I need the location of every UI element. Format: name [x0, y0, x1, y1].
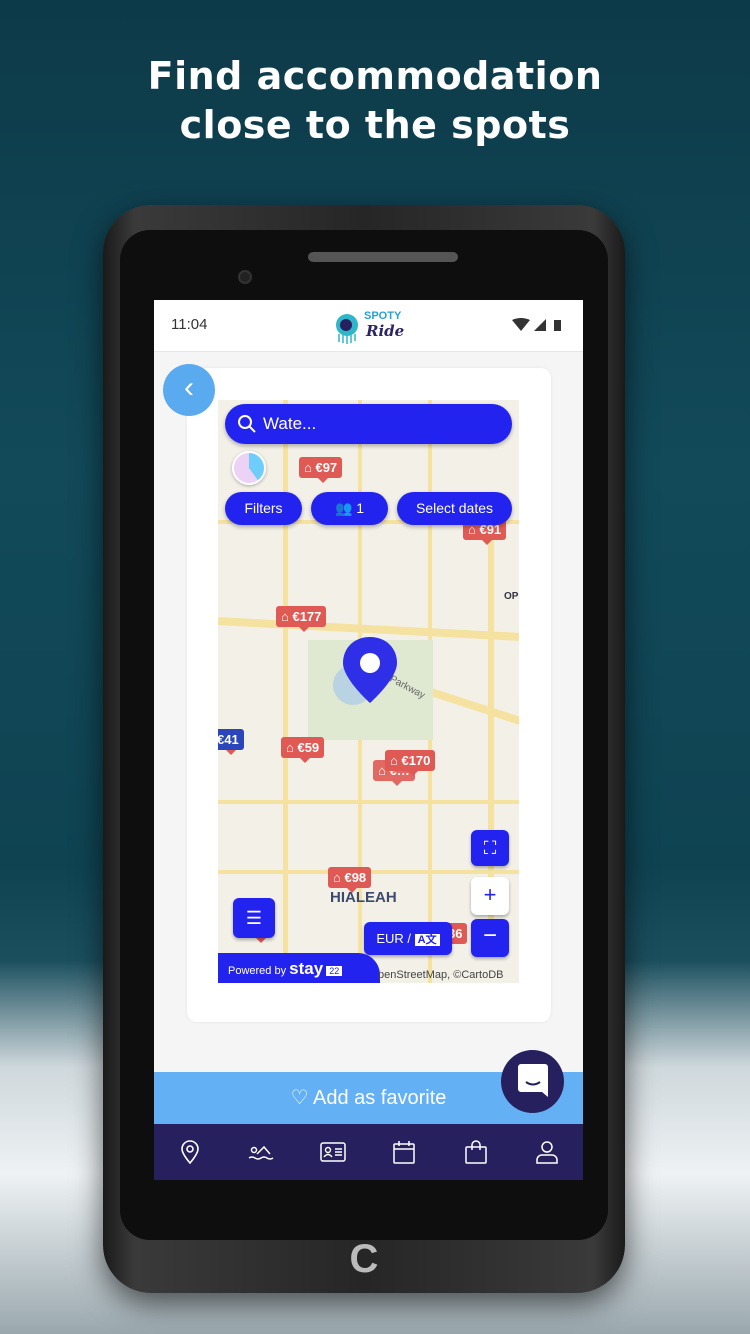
headline: Find accommodation close to the spots — [147, 54, 603, 147]
status-bar: 11:04 SPOTY Ride — [154, 300, 583, 352]
phone-logo: C — [349, 1237, 379, 1281]
app-brand-bottom: Ride — [366, 322, 405, 340]
status-icons — [512, 318, 561, 331]
status-time: 11:04 — [171, 316, 208, 333]
translate-icon: A文 — [414, 934, 440, 946]
search-input[interactable]: Wate... — [225, 404, 512, 444]
price-marker[interactable]: ⌂ €97 — [299, 457, 343, 483]
front-camera — [238, 270, 252, 284]
map-pin-icon[interactable] — [177, 1139, 203, 1165]
chevron-left-icon: ‹ — [184, 371, 194, 404]
speaker — [308, 252, 458, 262]
avatar[interactable] — [232, 451, 266, 485]
calendar-icon[interactable] — [391, 1139, 417, 1165]
shopping-bag-icon[interactable] — [463, 1139, 489, 1165]
app-brand-top: SPOTY — [364, 310, 402, 322]
map-label-city: HIALEAH — [330, 889, 397, 906]
users-icon: 👥 — [334, 500, 353, 516]
map[interactable]: Parkway OP HIALEAH ⌂ €97 ⌂ €91 ⌂ €177 ⌂ … — [218, 400, 519, 983]
zoom-in-button[interactable]: + — [471, 877, 509, 915]
back-button[interactable]: ‹ — [163, 364, 215, 416]
chat-icon — [518, 1064, 548, 1097]
layers-button[interactable]: ☰ — [233, 898, 275, 938]
price-marker[interactable]: ⌂ €98 — [328, 867, 372, 893]
currency-language-button[interactable]: EUR / A文 — [364, 922, 452, 955]
map-attribution[interactable]: penStreetMap, ©CartoDB — [378, 969, 504, 981]
filters-button[interactable]: Filters — [225, 492, 302, 525]
powered-by-stay22[interactable]: Powered by stay 22 — [218, 953, 380, 983]
zoom-out-button[interactable]: − — [471, 919, 509, 957]
price-marker[interactable]: ⌂ €177 — [276, 606, 327, 632]
guests-button[interactable]: 👥 1 — [311, 492, 388, 525]
bottom-nav — [154, 1124, 583, 1180]
fullscreen-icon: ⛶ — [483, 838, 497, 858]
layers-icon: ☰ — [245, 908, 263, 928]
swimmer-icon[interactable] — [248, 1139, 274, 1165]
map-label-op: OP — [504, 591, 519, 602]
chat-button[interactable] — [501, 1050, 564, 1113]
price-marker[interactable]: ⌂ €170 — [385, 750, 436, 776]
select-dates-button[interactable]: Select dates — [397, 492, 512, 525]
phone-screen: 11:04 SPOTY Ride Parkway OP HIALEAH ⌂ €9… — [154, 300, 583, 1180]
location-pin-icon[interactable] — [341, 635, 399, 705]
user-icon[interactable] — [534, 1139, 560, 1165]
app-logo-icon — [336, 314, 358, 344]
price-marker[interactable]: ⌂ €59 — [281, 737, 325, 763]
price-marker-selected[interactable]: €41 — [218, 729, 244, 755]
heart-icon: ♡ — [290, 1087, 309, 1109]
search-icon — [238, 415, 256, 433]
fullscreen-button[interactable]: ⛶ — [471, 830, 509, 866]
id-card-icon[interactable] — [320, 1139, 346, 1165]
